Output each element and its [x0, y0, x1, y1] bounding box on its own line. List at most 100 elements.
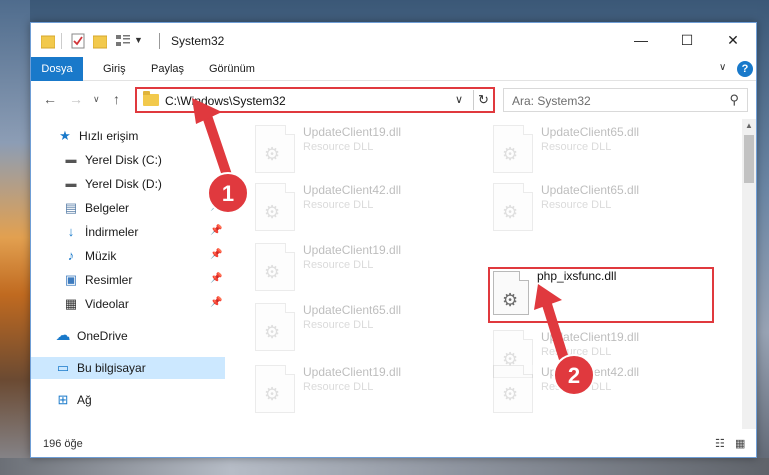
file-tile[interactable]: ⚙ UpdateClient65.dll Resource DLL [489, 177, 714, 235]
videos-icon: ▦ [64, 296, 78, 311]
file-description: Resource DLL [303, 199, 374, 211]
sidebar-item-label: Bu bilgisayar [77, 361, 146, 375]
file-description: Resource DLL [303, 259, 374, 271]
dll-file-icon: ⚙ [255, 125, 295, 173]
file-tile[interactable]: ⚙ UpdateClient65.dll Resource DLL [489, 119, 714, 177]
expand-ribbon-icon[interactable]: ∨ [719, 62, 726, 73]
tab-share[interactable]: Paylaş [141, 57, 194, 81]
up-arrow-icon[interactable]: ↑ [113, 91, 120, 107]
scrollbar-thumb[interactable] [744, 135, 754, 183]
file-description: Resource DLL [541, 346, 612, 358]
folder-icon [143, 91, 159, 106]
properties-icon[interactable] [71, 33, 85, 49]
address-bar[interactable]: C:\Windows\System32 ∨ ↻ [135, 87, 495, 113]
file-tile[interactable]: ⚙ UpdateClient42.dll Resource DLL [489, 359, 714, 417]
minimize-button[interactable]: — [618, 23, 664, 57]
sidebar-item-label: Yerel Disk (D:) [85, 177, 162, 191]
close-button[interactable]: ✕ [710, 23, 756, 57]
separator [61, 33, 62, 49]
customize-quick-access-icon[interactable] [115, 33, 131, 49]
file-tile[interactable]: ⚙ UpdateClient65.dll Resource DLL [251, 297, 476, 355]
sidebar-item-documents[interactable]: ▤ Belgeler 📌 [31, 197, 225, 219]
sidebar-item-music[interactable]: ♪ Müzik 📌 [31, 245, 225, 267]
file-tile[interactable]: ⚙ UpdateClient19.dll Resource DLL [251, 119, 476, 177]
address-dropdown-icon[interactable]: ∨ [455, 93, 463, 106]
search-placeholder: Ara: System32 [512, 94, 591, 108]
status-bar: 196 öğe ☷ ▦ [31, 429, 756, 457]
desktop-background-right [757, 0, 769, 475]
file-tile[interactable]: ⚙ UpdateClient19.dll Resource DLL [251, 359, 476, 417]
file-description: Resource DLL [541, 141, 612, 153]
sidebar-item-onedrive[interactable]: ☁ OneDrive [31, 325, 225, 347]
sidebar-item-label: Müzik [85, 249, 117, 263]
dll-file-icon: ⚙ [255, 183, 295, 231]
folder-icon [41, 35, 55, 49]
pin-icon[interactable]: 📌 [210, 201, 222, 212]
scroll-up-icon[interactable]: ▲ [745, 121, 753, 130]
sidebar-item-label: Hızlı erişim [79, 129, 139, 143]
details-view-icon[interactable]: ☷ [715, 437, 729, 450]
sidebar-item-drive-d[interactable]: ▬ Yerel Disk (D:) [31, 173, 225, 195]
file-tile[interactable]: ⚙ UpdateClient42.dll Resource DLL [251, 177, 476, 235]
file-tile[interactable]: ⚙ UpdateClient19.dll Resource DLL [251, 237, 476, 295]
file-name: UpdateClient65.dll [541, 125, 640, 139]
pin-icon[interactable]: 📌 [210, 249, 222, 260]
search-input[interactable]: Ara: System32 ⚲ [503, 88, 748, 112]
sidebar-item-this-pc[interactable]: ▭ Bu bilgisayar [31, 357, 225, 379]
file-name: UpdateClient19.dll [541, 330, 640, 344]
tab-file[interactable]: Dosya [31, 57, 83, 81]
sidebar-item-videos[interactable]: ▦ Videolar 📌 [31, 293, 225, 315]
recent-locations-icon[interactable]: ∨ [93, 94, 100, 105]
new-folder-icon[interactable] [93, 33, 107, 49]
tab-view[interactable]: Görünüm [199, 57, 265, 81]
address-path[interactable]: C:\Windows\System32 [165, 94, 286, 108]
sidebar-item-downloads[interactable]: ↓ İndirmeler 📌 [31, 221, 225, 243]
sidebar-item-pictures[interactable]: ▣ Resimler 📌 [31, 269, 225, 291]
file-description: Resource DLL [303, 319, 374, 331]
pictures-icon: ▣ [64, 272, 78, 287]
dll-file-icon: ⚙ [255, 365, 295, 413]
quick-access-dropdown-icon[interactable]: ▼ [134, 35, 143, 51]
pin-icon[interactable]: 📌 [210, 225, 222, 236]
file-description: Resource DLL [541, 381, 612, 393]
large-icons-view-icon[interactable]: ▦ [735, 437, 749, 450]
forward-arrow-icon[interactable]: → [69, 91, 83, 107]
file-name: UpdateClient65.dll [541, 183, 640, 197]
ribbon-tabs: Dosya Giriş Paylaş Görünüm ∨ ? [31, 57, 756, 81]
computer-icon: ▭ [56, 360, 70, 375]
title-bar: ▼ System32 — ☐ ✕ [31, 23, 756, 57]
tab-home[interactable]: Giriş [93, 57, 136, 81]
desktop-background-bottom [0, 458, 769, 475]
pin-icon[interactable]: 📌 [210, 273, 222, 284]
maximize-button[interactable]: ☐ [664, 23, 710, 57]
sidebar-item-label: Resimler [85, 273, 133, 287]
dll-file-icon: ⚙ [255, 243, 295, 291]
help-button[interactable]: ? [737, 61, 753, 77]
sidebar-item-quick-access[interactable]: ★ Hızlı erişim [31, 125, 225, 147]
sidebar-item-label: İndirmeler [85, 225, 139, 239]
dll-file-icon: ⚙ [493, 365, 533, 413]
drive-icon: ▬ [65, 178, 77, 190]
sidebar-item-drive-c[interactable]: ▬ Yerel Disk (C:) [31, 149, 225, 171]
file-description: Resource DLL [541, 199, 612, 211]
back-arrow-icon[interactable]: ← [43, 91, 57, 107]
documents-icon: ▤ [64, 200, 78, 215]
refresh-icon[interactable]: ↻ [473, 90, 493, 110]
sidebar-item-label: Ağ [77, 393, 92, 407]
vertical-scrollbar[interactable]: ▲ [742, 119, 756, 429]
desktop-background-left [0, 0, 30, 475]
music-icon: ♪ [67, 248, 75, 263]
sidebar-item-label: Videolar [85, 297, 129, 311]
network-icon: ⊞ [57, 392, 69, 407]
navigation-bar: ← → ∨ ↑ C:\Windows\System32 ∨ ↻ Ara: Sys… [31, 82, 756, 118]
file-explorer-window: ▼ System32 — ☐ ✕ Dosya Giriş Paylaş Görü… [30, 22, 757, 458]
sidebar-item-label: OneDrive [77, 329, 128, 343]
cloud-icon: ☁ [55, 327, 71, 344]
file-name: UpdateClient42.dll [541, 365, 640, 379]
file-name: UpdateClient42.dll [303, 183, 402, 197]
sidebar-item-network[interactable]: ⊞ Ağ [31, 389, 225, 411]
dll-file-icon: ⚙ [493, 125, 533, 173]
file-name: UpdateClient19.dll [303, 125, 402, 139]
search-icon[interactable]: ⚲ [729, 92, 739, 108]
pin-icon[interactable]: 📌 [210, 297, 222, 308]
